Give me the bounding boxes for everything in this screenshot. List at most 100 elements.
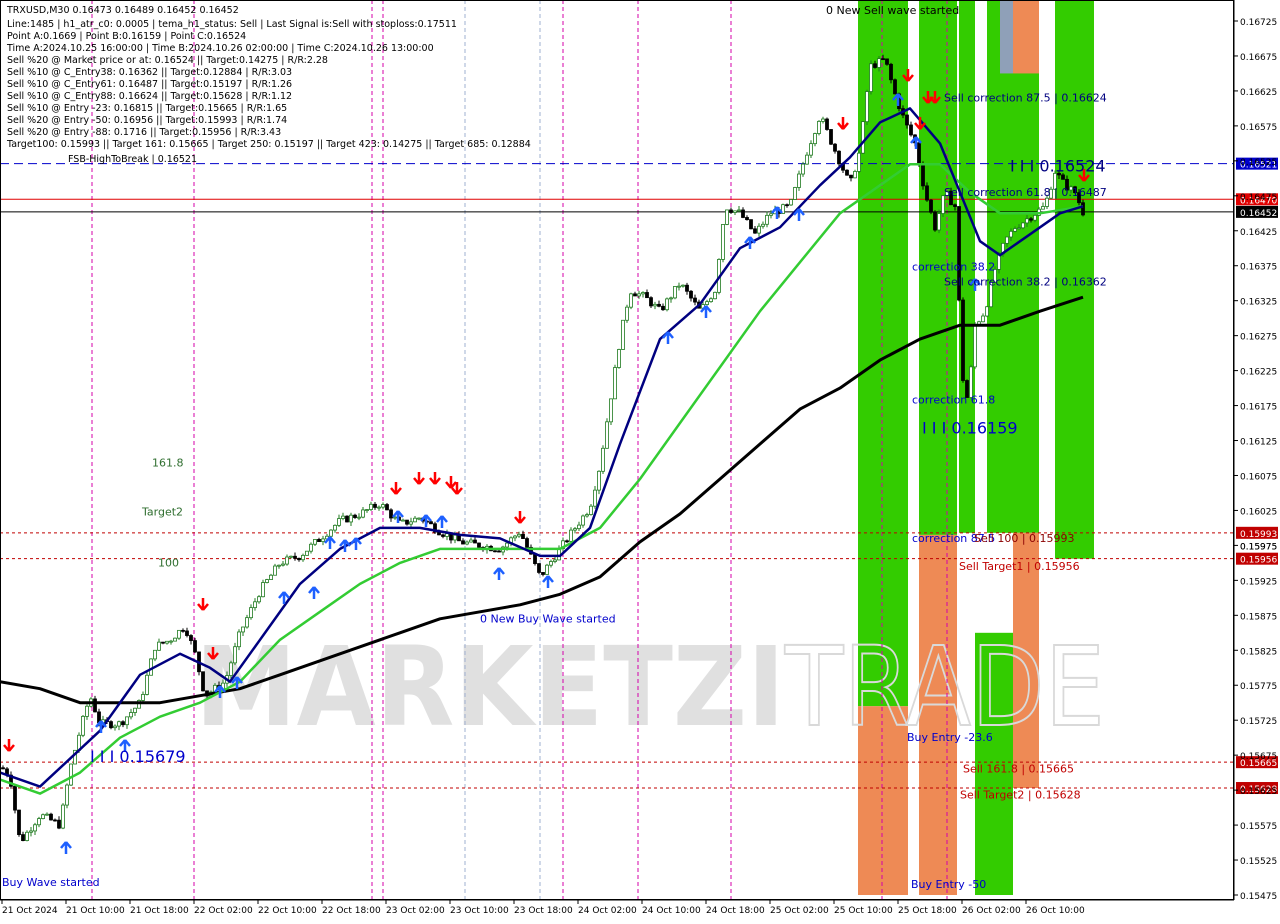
candle-body [761, 223, 765, 227]
candle-body [329, 529, 333, 537]
y-tick-label: 0.16725 [1240, 18, 1277, 28]
chart-annotation: Sell 100 | 0.15993 [974, 532, 1075, 545]
candle-body [169, 640, 173, 643]
candle-body [817, 120, 821, 134]
candle-body [1025, 218, 1029, 224]
y-tick-label: 0.15775 [1240, 682, 1277, 692]
x-tick-label: 23 Oct 02:00 [386, 906, 445, 916]
candle-body [49, 813, 53, 821]
candle-body [829, 129, 833, 145]
candle-body [233, 646, 237, 664]
x-tick-label: 22 Oct 10:00 [258, 906, 317, 916]
candle-body [401, 519, 405, 522]
candle-body [565, 540, 569, 543]
info-line: Sell %10 @ C_Entry61: 0.16487 || Target:… [7, 79, 292, 90]
candle-body [729, 209, 733, 213]
info-line: Sell %10 @ C_Entry88: 0.16624 || Target:… [7, 91, 292, 102]
candle-body [677, 285, 681, 288]
candle-body [633, 293, 637, 297]
candle-body [185, 630, 189, 636]
y-tick-label: 0.16275 [1240, 333, 1277, 343]
candle-body [293, 555, 297, 559]
candle-body [573, 528, 577, 531]
candle-body [881, 58, 885, 61]
candle-body [601, 447, 605, 472]
candle-body [273, 565, 277, 576]
y-tick-label: 0.16125 [1240, 438, 1277, 448]
candle-body [765, 214, 769, 225]
candle-body [621, 319, 625, 350]
y-tick-label: 0.15825 [1240, 647, 1277, 657]
candle-body [605, 421, 609, 449]
signal-zone [1013, 0, 1039, 533]
candle-body [873, 63, 877, 68]
candle-body [129, 712, 133, 718]
candle-body [405, 519, 409, 525]
candle-body [165, 640, 169, 644]
x-tick-label: 23 Oct 18:00 [514, 906, 573, 916]
candle-body [29, 830, 33, 833]
chart-canvas[interactable]: MARKETZI TRADE 0.165210.164700.164520.15… [0, 0, 1280, 920]
candle-body [177, 629, 181, 639]
candle-body [853, 171, 857, 179]
candle-body [81, 715, 85, 736]
candle-body [1041, 206, 1045, 210]
candle-body [753, 228, 757, 234]
signal-zone [1013, 0, 1039, 74]
chart-annotation: 100 [158, 556, 179, 569]
chart-annotation: I I I 0.16524 [1010, 156, 1106, 175]
candle-body [889, 63, 893, 81]
chart-annotation: 0 New Sell wave started [826, 4, 959, 17]
candle-body [801, 163, 805, 175]
candle-body [825, 118, 829, 130]
candle-body [157, 641, 161, 651]
candle-body [849, 174, 853, 179]
candle-body [245, 617, 249, 628]
candle-body [809, 143, 813, 156]
candle-body [741, 209, 745, 218]
candle-body [37, 818, 41, 826]
candle-body [229, 662, 233, 676]
x-tick-label: 22 Oct 18:00 [322, 906, 381, 916]
candle-body [649, 297, 653, 307]
candle-body [837, 150, 841, 165]
candle-body [297, 557, 301, 561]
candle-body [269, 574, 273, 580]
candle-body [121, 721, 125, 726]
candle-body [125, 716, 129, 726]
candle-body [613, 367, 617, 400]
candle-body [361, 509, 365, 518]
candle-body [625, 306, 629, 321]
x-tick-label: 22 Oct 02:00 [194, 906, 253, 916]
candle-body [933, 211, 937, 231]
y-tick-label: 0.16325 [1240, 298, 1277, 308]
candle-body [569, 529, 573, 542]
candle-body [617, 349, 621, 368]
candle-body [517, 533, 521, 537]
chart-annotation: Sell correction 61.8 | 0.16487 [944, 186, 1107, 199]
candle-body [689, 290, 693, 299]
candle-body [65, 784, 69, 806]
candle-body [349, 514, 353, 523]
candle-body [145, 674, 149, 695]
candle-body [61, 804, 65, 829]
candle-body [173, 637, 177, 642]
chart-annotation: Sell Target2 | 0.15628 [960, 789, 1081, 802]
candle-body [1013, 228, 1017, 232]
candle-body [757, 225, 761, 234]
candle-body [981, 315, 985, 323]
candle-body [161, 641, 165, 644]
y-tick-label: 0.16025 [1240, 507, 1277, 517]
candle-body [653, 303, 657, 307]
trading-chart[interactable]: MARKETZI TRADE 0.16521 0.16470 0.16452 0.15… [0, 0, 1280, 920]
y-tick-label: 0.15575 [1240, 822, 1277, 832]
candle-body [657, 303, 661, 307]
x-tick-label: 24 Oct 02:00 [578, 906, 637, 916]
candle-body [693, 297, 697, 303]
chart-annotation: 161.8 [152, 456, 184, 469]
y-tick-label: 0.16075 [1240, 472, 1277, 482]
candle-body [845, 169, 849, 176]
candle-body [733, 210, 737, 213]
x-tick-label: 24 Oct 10:00 [642, 906, 701, 916]
candle-body [469, 539, 473, 543]
